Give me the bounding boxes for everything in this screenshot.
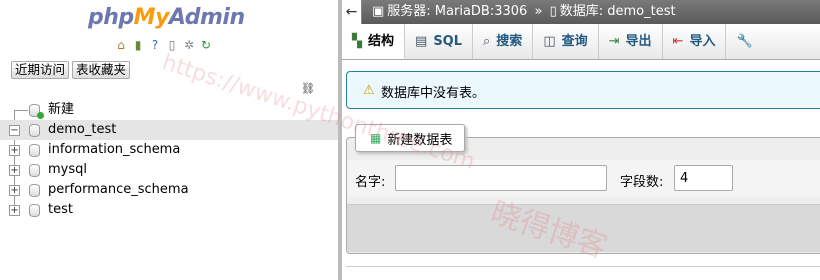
warning-icon: ⚠ bbox=[363, 83, 375, 98]
tab-operations[interactable]: 🔧 bbox=[726, 24, 762, 59]
database-tree: 新建 − demo_test + information_schema + my… bbox=[0, 100, 340, 220]
tree-item-demo-test[interactable]: − demo_test bbox=[0, 120, 340, 140]
navigation-panel: phpMyAdmin ⌂ ▮ ? ▯ ✲ ↻ 近期访问 表收藏夹 ⛓ 新建 − … bbox=[0, 0, 340, 280]
tree-item-label: mysql bbox=[48, 162, 87, 177]
tree-item-label: information_schema bbox=[48, 142, 181, 157]
database-icon bbox=[29, 144, 40, 157]
docs-icon[interactable]: ▯ bbox=[165, 38, 179, 52]
new-table-icon: ▦ bbox=[370, 131, 382, 145]
import-icon: ⇤ bbox=[672, 34, 684, 49]
breadcrumb-database[interactable]: 数据库: demo_test bbox=[560, 4, 676, 19]
tree-item-mysql[interactable]: + mysql bbox=[0, 160, 340, 180]
tree-item-test[interactable]: + test bbox=[0, 200, 340, 220]
columns-label: 字段数: bbox=[620, 175, 664, 190]
database-icon: ▯ bbox=[549, 4, 557, 19]
phpmyadmin-logo[interactable]: phpMyAdmin bbox=[88, 5, 245, 30]
home-icon[interactable]: ⌂ bbox=[114, 38, 128, 52]
export-icon: ⇥ bbox=[608, 34, 620, 49]
server-icon: ▣ bbox=[372, 4, 385, 19]
database-icon bbox=[29, 184, 40, 197]
wrench-icon: 🔧 bbox=[736, 34, 753, 49]
breadcrumb-server[interactable]: 服务器: MariaDB:3306 bbox=[387, 4, 527, 19]
table-name-input[interactable] bbox=[395, 165, 607, 191]
sql-icon: ▤ bbox=[415, 34, 428, 49]
tree-item-label: 新建 bbox=[48, 102, 75, 117]
plus-badge-icon bbox=[37, 112, 44, 119]
search-icon: ⌕ bbox=[483, 34, 491, 49]
tree-item-label: demo_test bbox=[48, 122, 117, 137]
create-table-form-row: 名字: 字段数: bbox=[347, 160, 820, 197]
nav-icon-bar: ⌂ ▮ ? ▯ ✲ ↻ bbox=[114, 38, 213, 52]
tab-query[interactable]: ◫ 查询 bbox=[533, 24, 599, 59]
tab-sql[interactable]: ▤ SQL bbox=[405, 24, 474, 59]
logout-icon[interactable]: ▮ bbox=[131, 38, 145, 52]
expand-icon[interactable]: + bbox=[9, 145, 20, 156]
nav-quick-tabs: 近期访问 表收藏夹 bbox=[11, 61, 131, 79]
tab-search[interactable]: ⌕ 搜索 bbox=[473, 24, 534, 59]
back-arrow-icon[interactable]: ← bbox=[342, 0, 362, 24]
columns-count-input[interactable] bbox=[674, 165, 733, 191]
structure-icon: ▚ bbox=[352, 33, 362, 49]
reload-icon[interactable]: ↻ bbox=[199, 38, 213, 52]
tab-structure[interactable]: ▚ 结构 bbox=[342, 24, 406, 59]
tab-import[interactable]: ⇤ 导入 bbox=[663, 24, 727, 59]
tree-item-new[interactable]: 新建 bbox=[0, 100, 340, 120]
tab-export[interactable]: ⇥ 导出 bbox=[599, 24, 663, 59]
recent-tab[interactable]: 近期访问 bbox=[11, 61, 70, 79]
query-icon: ◫ bbox=[543, 34, 556, 49]
table-name-label: 名字: bbox=[355, 175, 386, 190]
create-table-legend: ▦ 新建数据表 bbox=[355, 124, 466, 152]
expand-icon[interactable]: + bbox=[9, 185, 20, 196]
expand-icon[interactable]: + bbox=[9, 205, 20, 216]
breadcrumb-separator: » bbox=[534, 4, 543, 19]
create-table-footer bbox=[347, 204, 820, 252]
database-icon bbox=[29, 204, 40, 217]
notice-message: 数据库中没有表。 bbox=[381, 86, 486, 101]
database-icon bbox=[29, 164, 40, 177]
expand-icon[interactable]: + bbox=[9, 165, 20, 176]
tree-item-label: performance_schema bbox=[48, 182, 189, 197]
tree-item-information-schema[interactable]: + information_schema bbox=[0, 140, 340, 160]
database-icon bbox=[29, 124, 40, 137]
divider-line bbox=[346, 266, 820, 267]
collapse-icon[interactable]: − bbox=[9, 125, 20, 136]
help-icon[interactable]: ? bbox=[148, 38, 162, 52]
settings-icon[interactable]: ✲ bbox=[182, 38, 196, 52]
favorites-tab[interactable]: 表收藏夹 bbox=[72, 61, 131, 79]
notice-box: ⚠ 数据库中没有表。 bbox=[346, 71, 820, 109]
main-tabs: ▚ 结构 ▤ SQL ⌕ 搜索 ◫ 查询 ⇥ 导出 ⇤ 导入 🔧 bbox=[342, 24, 820, 60]
breadcrumb: ← ▣ 服务器: MariaDB:3306 » ▯ 数据库: demo_test bbox=[342, 0, 820, 24]
link-icon[interactable]: ⛓ bbox=[301, 82, 315, 95]
tree-item-label: test bbox=[48, 202, 73, 217]
tree-item-performance-schema[interactable]: + performance_schema bbox=[0, 180, 340, 200]
